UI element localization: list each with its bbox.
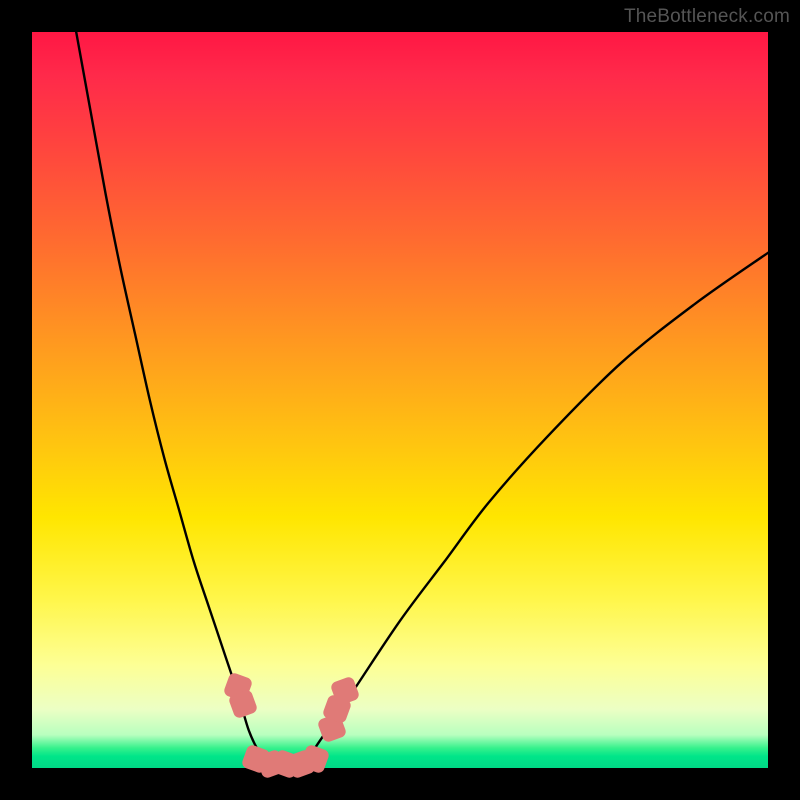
curve-layer — [32, 32, 768, 768]
watermark-text: TheBottleneck.com — [624, 6, 790, 28]
bottleneck-curve — [76, 32, 768, 768]
outer-frame: TheBottleneck.com — [0, 0, 800, 800]
